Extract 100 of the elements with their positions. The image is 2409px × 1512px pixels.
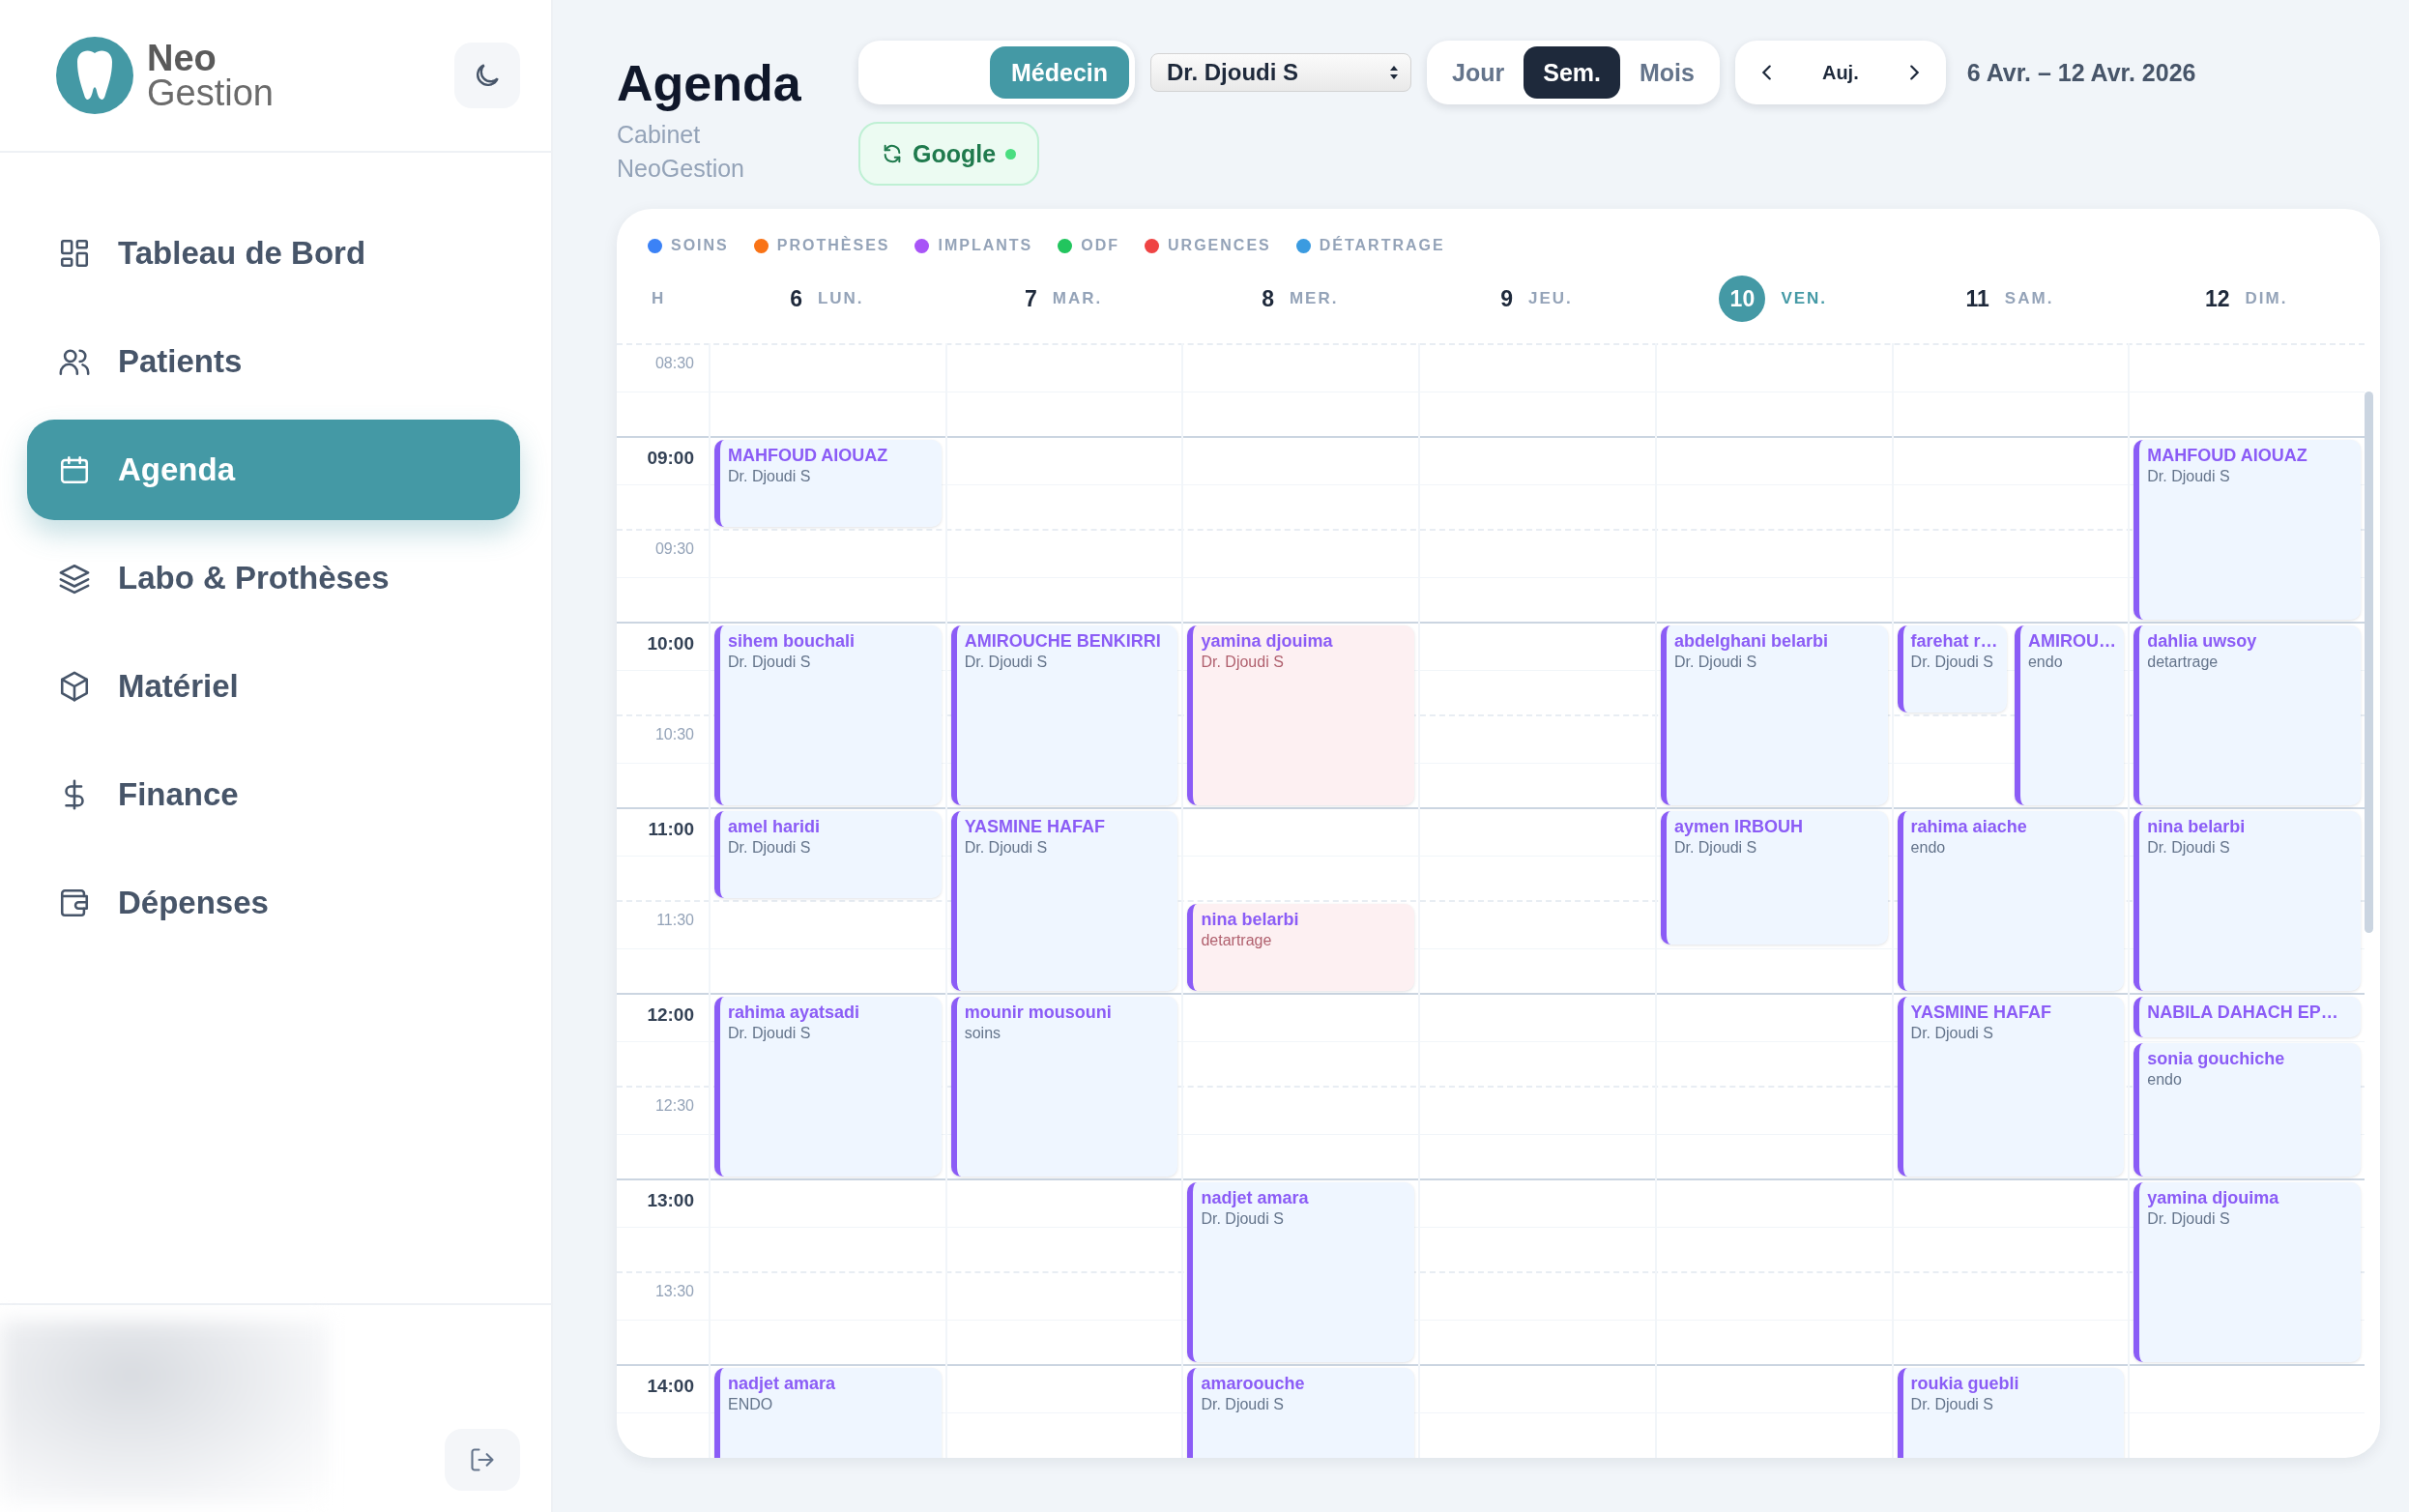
appointment-title: yamina djouima — [1201, 631, 1334, 652]
appointment-card[interactable]: nadjet amara Dr. Djoudi S — [1187, 1182, 1415, 1362]
time-label: 10:30 — [653, 726, 694, 743]
day-label: MAR. — [1052, 289, 1103, 308]
appointment-title: NABILA DAHACH EP… — [2147, 1003, 2339, 1023]
appointment-card[interactable]: abdelghani belarbi Dr. Djoudi S — [1660, 625, 1888, 805]
day-number: 8 — [1262, 285, 1274, 312]
day-label: JEU. — [1528, 289, 1573, 308]
legend-label: ODF — [1081, 237, 1120, 254]
nav-item[interactable]: Tableau de Bord — [27, 203, 520, 304]
appointment-detail: Dr. Djoudi S — [728, 654, 812, 671]
dark-mode-button[interactable] — [454, 43, 520, 108]
appointment-card[interactable]: YASMINE HAFAF Dr. Djoudi S — [1897, 997, 2125, 1177]
appointment-card[interactable]: MAHFOUD AIOUAZ Dr. Djoudi S — [714, 440, 942, 527]
appointment-card[interactable]: sonia gouchiche endo — [2133, 1043, 2362, 1177]
nav-item[interactable]: Matériel — [27, 636, 520, 737]
appointment-detail: Dr. Djoudi S — [1201, 654, 1285, 671]
google-sync-button[interactable]: Google — [858, 122, 1040, 186]
nav-item[interactable]: Agenda — [27, 420, 520, 520]
appointment-detail: Dr. Djoudi S — [1673, 654, 1758, 671]
time-label: 13:30 — [653, 1283, 694, 1300]
wallet-icon — [58, 887, 91, 919]
appointment-title: abdelghani belarbi — [1673, 631, 1829, 652]
appointment-title: rahima aiache — [1910, 817, 2028, 837]
appointment-detail: endo — [2147, 1071, 2183, 1089]
appointment-card[interactable]: farehat r… Dr. Djoudi S — [1897, 625, 2007, 712]
appointment-detail: Dr. Djoudi S — [1673, 839, 1758, 857]
appointment-title: MAHFOUD AIOUAZ — [2147, 446, 2308, 466]
appointment-card[interactable]: nina belarbi Dr. Djoudi S — [2133, 811, 2362, 991]
appointment-card[interactable]: dahlia uwsoy detartrage — [2133, 625, 2362, 805]
appointment-card[interactable]: YASMINE HAFAF Dr. Djoudi S — [950, 811, 1178, 991]
view-tab[interactable]: Sem. — [1524, 46, 1620, 99]
day-number: 6 — [790, 285, 802, 312]
legend-label: PROTHÈSES — [776, 237, 890, 254]
appointment-detail: Dr. Djoudi S — [964, 839, 1049, 857]
appointment-detail: endo — [1910, 839, 1947, 857]
scrollbar-thumb[interactable] — [2365, 392, 2373, 933]
nav-item[interactable]: Finance — [27, 744, 520, 845]
appointment-card[interactable]: AMIROUCHE BENKIRRI Dr. Djoudi S — [950, 625, 1178, 805]
doctor-select[interactable]: Dr. Djoudi S — [1150, 53, 1412, 92]
appointment-card[interactable]: roukia guebli Dr. Djoudi S — [1897, 1368, 2125, 1458]
day-number: 11 — [1965, 285, 1989, 312]
appointment-detail: Dr. Djoudi S — [2147, 839, 2231, 857]
appointment-card[interactable]: nina belarbi detartrage — [1187, 904, 1415, 991]
appointment-card[interactable]: sihem bouchali Dr. Djoudi S — [714, 625, 942, 805]
brand-name: Gestion — [147, 75, 274, 111]
time-label: 12:00 — [646, 1004, 694, 1026]
appointment-card[interactable]: MAHFOUD AIOUAZ Dr. Djoudi S — [2133, 440, 2362, 620]
legend-label: DÉTARTRAGE — [1319, 237, 1445, 254]
appointment-detail: detartrage — [2147, 654, 2220, 671]
nav-item[interactable]: Labo & Prothèses — [27, 528, 520, 628]
view-tab[interactable]: Jour — [1433, 46, 1524, 99]
appointment-title: aymen IRBOUH — [1673, 817, 1804, 837]
time-label: 13:00 — [646, 1190, 694, 1211]
appointment-title: nina belarbi — [2147, 817, 2247, 837]
mode-tab[interactable]: Médecin — [990, 46, 1130, 99]
appointment-card[interactable]: AMIROU… endo — [2014, 625, 2125, 805]
appointment-card[interactable]: aymen IRBOUH Dr. Djoudi S — [1660, 811, 1888, 945]
appointment-card[interactable]: rahima ayatsadi Dr. Djoudi S — [714, 997, 942, 1177]
day-number: 9 — [1500, 285, 1513, 312]
appointment-detail: Dr. Djoudi S — [1910, 1396, 1994, 1413]
appointment-detail: soins — [964, 1025, 1002, 1042]
appointment-detail: endo — [2027, 654, 2064, 671]
time-label: 14:00 — [646, 1376, 694, 1397]
day-number: 10 — [1719, 276, 1766, 322]
day-number: 12 — [2204, 285, 2230, 312]
appointment-title: YASMINE HAFAF — [964, 817, 1107, 837]
nav-item[interactable]: Dépenses — [27, 853, 520, 953]
time-label: 11:30 — [655, 912, 694, 929]
day-label: MER. — [1289, 289, 1339, 308]
appointment-card[interactable]: amaroouche Dr. Djoudi S — [1187, 1368, 1415, 1458]
brand-name: Neo — [147, 40, 218, 75]
appointment-title: farehat r… — [1910, 631, 1999, 652]
appointment-title: mounir mousouni — [964, 1003, 1113, 1023]
appointment-card[interactable]: NABILA DAHACH EP… — [2133, 997, 2362, 1037]
appointment-detail: Dr. Djoudi S — [2147, 468, 2231, 485]
legend-label: SOINS — [671, 237, 729, 254]
hour-column-header: H — [652, 289, 664, 307]
calendar-icon — [58, 453, 91, 486]
logout-icon — [469, 1446, 496, 1473]
appointment-detail: Dr. Djoudi S — [964, 654, 1049, 671]
legend-label: IMPLANTS — [938, 237, 1033, 254]
appointment-card[interactable]: amel haridi Dr. Djoudi S — [714, 811, 942, 898]
appointment-card[interactable]: nadjet amara ENDO — [714, 1368, 942, 1458]
time-label: 08:30 — [653, 355, 694, 372]
appointment-detail: detartrage — [1201, 932, 1273, 949]
appointment-card[interactable]: yamina djouima Dr. Djoudi S — [2133, 1182, 2362, 1362]
view-tab[interactable]: Mois — [1620, 46, 1714, 99]
time-label: 09:30 — [653, 540, 694, 558]
appointment-card[interactable]: mounir mousouni soins — [950, 997, 1178, 1177]
tooth-logo-icon — [54, 35, 135, 116]
appointment-detail: Dr. Djoudi S — [728, 1025, 812, 1042]
day-label: DIM. — [2245, 289, 2288, 308]
appointment-card[interactable]: rahima aiache endo — [1897, 811, 2125, 991]
nav-item[interactable]: Patients — [27, 311, 520, 412]
appointment-card[interactable]: yamina djouima Dr. Djoudi S — [1187, 625, 1415, 805]
appointment-title: nadjet amara — [1201, 1188, 1310, 1208]
appointment-title: MAHFOUD AIOUAZ — [728, 446, 889, 466]
appointment-title: YASMINE HAFAF — [1910, 1003, 2052, 1023]
today-button[interactable]: Auj. — [1802, 53, 1878, 92]
